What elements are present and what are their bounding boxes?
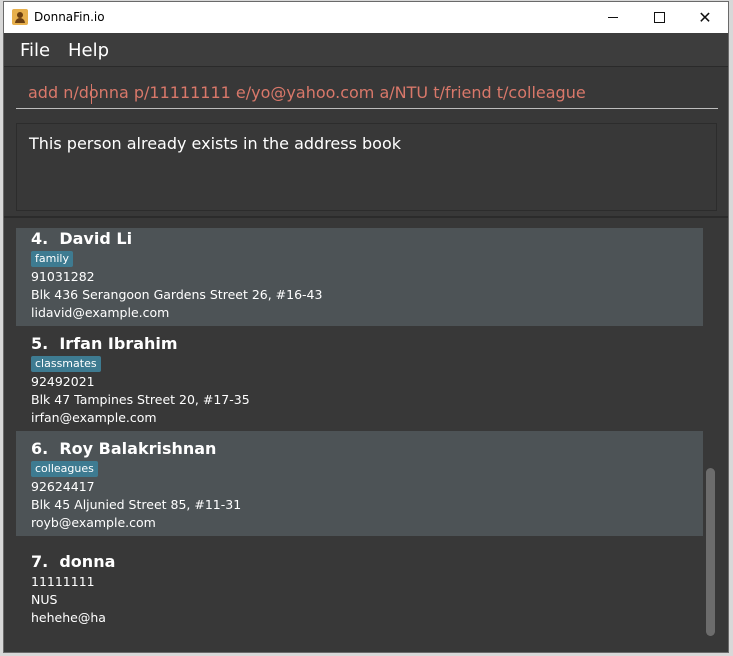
result-message: This person already exists in the addres… xyxy=(29,134,402,153)
person-list[interactable]: 4. David Li family 91031282 Blk 436 Sera… xyxy=(16,228,717,642)
person-phone: 92492021 xyxy=(31,374,95,389)
person-tag: colleagues xyxy=(31,461,98,477)
command-box xyxy=(4,67,728,117)
divider xyxy=(4,216,728,218)
person-address: Blk 436 Serangoon Gardens Street 26, #16… xyxy=(31,287,323,302)
maximize-icon xyxy=(653,12,665,23)
maximize-button[interactable] xyxy=(636,2,682,33)
person-phone: 92624417 xyxy=(31,479,95,494)
menu-help[interactable]: Help xyxy=(68,40,109,61)
close-icon: ✕ xyxy=(698,8,712,27)
menu-bar: File Help xyxy=(4,33,728,67)
person-card[interactable]: 7. donna 11111111 NUS hehehe@ha xyxy=(16,536,703,642)
person-card[interactable]: 4. David Li family 91031282 Blk 436 Sera… xyxy=(16,228,703,326)
person-phone: 11111111 xyxy=(31,574,95,589)
person-card[interactable]: 6. Roy Balakrishnan colleagues 92624417 … xyxy=(16,431,703,536)
close-button[interactable]: ✕ xyxy=(682,2,728,33)
person-name: 4. David Li xyxy=(31,229,133,248)
title-bar: DonnaFin.io ✕ xyxy=(4,2,728,33)
person-email: royb@example.com xyxy=(31,515,156,530)
person-email: lidavid@example.com xyxy=(31,305,170,320)
person-tag: classmates xyxy=(31,356,101,372)
person-email: hehehe@ha xyxy=(31,610,106,625)
person-address: Blk 45 Aljunied Street 85, #11-31 xyxy=(31,497,242,512)
scrollbar-thumb[interactable] xyxy=(706,468,715,636)
minimize-icon xyxy=(608,17,618,18)
person-name: 6. Roy Balakrishnan xyxy=(31,439,217,458)
menu-file[interactable]: File xyxy=(20,40,50,61)
person-name: 7. donna xyxy=(31,552,116,571)
app-window: DonnaFin.io ✕ File Help This person alre… xyxy=(4,2,728,652)
person-email: irfan@example.com xyxy=(31,410,157,425)
result-display[interactable]: This person already exists in the addres… xyxy=(16,123,717,211)
person-card[interactable]: 5. Irfan Ibrahim classmates 92492021 Blk… xyxy=(16,326,703,431)
person-name: 5. Irfan Ibrahim xyxy=(31,334,178,353)
text-caret xyxy=(91,84,92,104)
minimize-button[interactable] xyxy=(590,2,636,33)
person-phone: 91031282 xyxy=(31,269,95,284)
window-title: DonnaFin.io xyxy=(34,10,105,24)
person-address: NUS xyxy=(31,592,58,607)
person-tag: family xyxy=(31,251,73,267)
command-input[interactable] xyxy=(16,77,718,109)
person-address: Blk 47 Tampines Street 20, #17-35 xyxy=(31,392,250,407)
app-icon xyxy=(12,9,28,25)
